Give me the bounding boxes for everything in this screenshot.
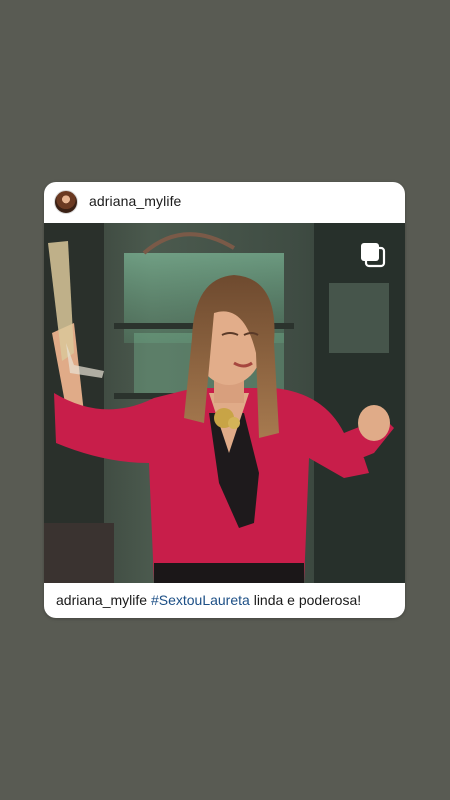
post-header[interactable]: adriana_mylife bbox=[44, 182, 405, 223]
post-caption: adriana_mylife #SextouLaureta linda e po… bbox=[56, 592, 396, 608]
post-image bbox=[44, 223, 405, 583]
post-username[interactable]: adriana_mylife bbox=[89, 193, 181, 209]
profile-avatar[interactable] bbox=[54, 190, 78, 214]
caption-username[interactable]: adriana_mylife bbox=[56, 592, 147, 608]
multiple-photos-icon bbox=[361, 243, 386, 268]
shared-post-card[interactable]: adriana_mylife adriana_mylife #SextouLau… bbox=[44, 182, 405, 618]
post-photo[interactable] bbox=[44, 223, 405, 583]
caption-hashtag[interactable]: #SextouLaureta bbox=[151, 592, 250, 608]
story-screen: adriana_mylife adriana_mylife #SextouLau… bbox=[0, 0, 450, 800]
caption-text: linda e poderosa! bbox=[253, 592, 362, 608]
